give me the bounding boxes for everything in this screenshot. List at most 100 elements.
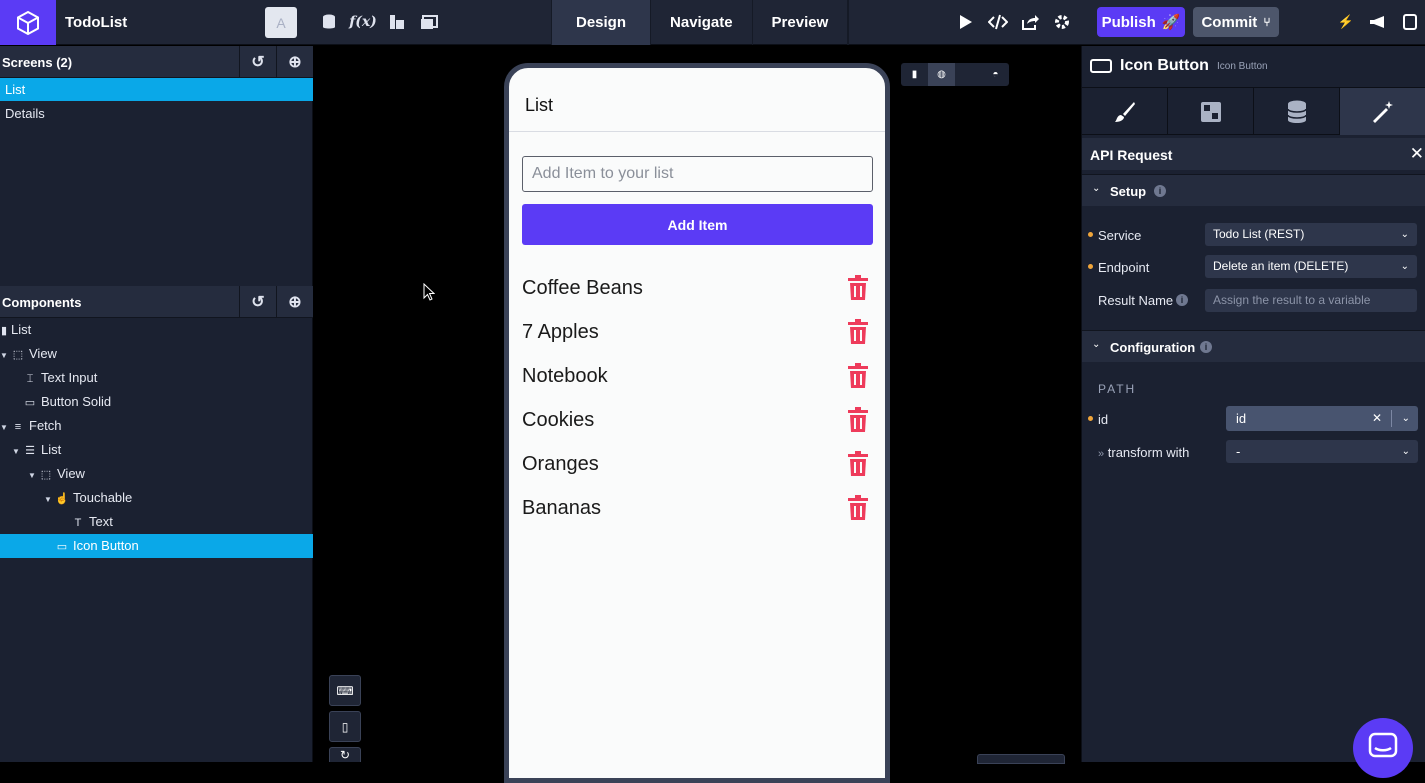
database-icon: ≡ bbox=[14, 421, 22, 433]
device-icon[interactable]: ▯ bbox=[329, 711, 361, 742]
trash-icon[interactable] bbox=[847, 495, 869, 521]
trash-icon[interactable] bbox=[847, 363, 869, 389]
touch-icon: ☝ bbox=[55, 493, 69, 505]
add-item-input[interactable]: Add Item to your list bbox=[522, 156, 873, 192]
screen-item-list[interactable]: List bbox=[0, 78, 313, 101]
database-icon[interactable] bbox=[1254, 88, 1340, 135]
keyboard-icon[interactable]: ⌨ bbox=[329, 675, 361, 706]
clear-icon[interactable]: ✕ bbox=[1372, 406, 1382, 431]
trash-icon[interactable] bbox=[847, 319, 869, 345]
publish-button[interactable]: Publish 🚀 bbox=[1097, 7, 1185, 37]
theme-icon[interactable] bbox=[387, 12, 407, 32]
todo-text[interactable]: Bananas bbox=[522, 497, 601, 520]
add-item-button[interactable]: Add Item bbox=[522, 204, 873, 245]
service-select[interactable]: Todo List (REST) ⌄ bbox=[1205, 223, 1417, 246]
setup-title: Setup bbox=[1110, 184, 1147, 199]
tab-navigate[interactable]: Navigate bbox=[651, 0, 753, 45]
caret-down-icon[interactable]: ▼ bbox=[0, 416, 10, 440]
tree-item[interactable]: ▼ ⬚ View bbox=[0, 462, 313, 486]
phone-frame-icon[interactable] bbox=[1400, 12, 1420, 32]
tree-item[interactable]: ▼ ☰ List bbox=[0, 438, 313, 462]
lightning-icon[interactable]: ⚡ bbox=[1336, 12, 1356, 32]
history-icon[interactable]: ↺ bbox=[239, 286, 276, 318]
todo-text[interactable]: 7 Apples bbox=[522, 321, 599, 344]
caret-down-icon[interactable]: ▼ bbox=[44, 488, 54, 512]
tree-item[interactable]: ▮ List bbox=[0, 318, 313, 342]
magic-wand-icon[interactable] bbox=[1340, 88, 1425, 135]
history-icon[interactable]: ↺ bbox=[239, 46, 276, 78]
components-title: Components bbox=[2, 295, 82, 310]
screens-header: Screens (2) ↺ ⊕ bbox=[0, 46, 313, 78]
tree-item-selected[interactable]: ▭ Icon Button bbox=[0, 534, 313, 558]
chevron-down-icon[interactable]: ⌄ bbox=[1402, 406, 1410, 431]
mobile-icon[interactable]: ▮ bbox=[901, 63, 928, 86]
caret-down-icon[interactable]: ▼ bbox=[28, 464, 38, 488]
tree-item[interactable]: ▼ ☝ Touchable bbox=[0, 486, 313, 510]
function-icon[interactable]: f(x) bbox=[349, 12, 377, 32]
screen-header: List bbox=[509, 68, 885, 132]
id-select[interactable]: id ✕ ⌄ bbox=[1226, 406, 1418, 431]
tree-item[interactable]: T Text bbox=[0, 510, 313, 534]
configuration-title: Configuration bbox=[1110, 340, 1196, 355]
brush-icon[interactable] bbox=[1082, 88, 1168, 135]
commit-button[interactable]: Commit ⑂ bbox=[1193, 7, 1279, 37]
app-logo-icon[interactable] bbox=[0, 0, 56, 45]
assets-icon[interactable] bbox=[419, 12, 439, 32]
endpoint-select[interactable]: Delete an item (DELETE) ⌄ bbox=[1205, 255, 1417, 278]
apple-icon[interactable] bbox=[955, 63, 982, 86]
layout-icon[interactable] bbox=[1168, 88, 1254, 135]
result-name-input[interactable]: Assign the result to a variable bbox=[1205, 289, 1417, 312]
add-component-icon[interactable]: ⊕ bbox=[276, 286, 313, 318]
database-icon[interactable] bbox=[319, 12, 339, 32]
button-icon: ▭ bbox=[56, 541, 68, 553]
rotate-icon[interactable]: ↻ bbox=[329, 747, 361, 762]
info-icon[interactable]: i bbox=[1200, 341, 1212, 353]
tree-item[interactable]: ▼ ⬚ View bbox=[0, 342, 313, 366]
todo-text[interactable]: Notebook bbox=[522, 365, 608, 388]
required-dot bbox=[1088, 416, 1093, 421]
todo-text[interactable]: Oranges bbox=[522, 453, 599, 476]
transform-select[interactable]: - ⌄ bbox=[1226, 440, 1418, 463]
caret-down-icon[interactable]: ▼ bbox=[0, 344, 10, 368]
component-subtitle: Icon Button bbox=[1217, 61, 1268, 72]
code-icon[interactable] bbox=[988, 12, 1008, 32]
info-icon[interactable]: i bbox=[1154, 185, 1166, 197]
trash-icon[interactable] bbox=[847, 451, 869, 477]
setup-section-header[interactable]: ⌄ Setup i bbox=[1082, 174, 1425, 206]
tab-design[interactable]: Design bbox=[552, 0, 652, 45]
caret-down-icon[interactable]: ▼ bbox=[12, 440, 22, 464]
gear-icon[interactable] bbox=[1052, 12, 1072, 32]
android-icon[interactable]: ◓ bbox=[982, 63, 1009, 86]
chevron-down-icon: ⌄ bbox=[1092, 183, 1101, 194]
api-request-header: API Request ✕ bbox=[1082, 138, 1425, 170]
add-screen-icon[interactable]: ⊕ bbox=[276, 46, 313, 78]
trash-icon[interactable] bbox=[847, 407, 869, 433]
screen-title: List bbox=[525, 95, 554, 115]
tree-item[interactable]: ⌶ Text Input bbox=[0, 366, 313, 390]
tab-preview[interactable]: Preview bbox=[753, 0, 849, 45]
screen-item-details[interactable]: Details bbox=[0, 102, 313, 125]
left-panel: Screens (2) ↺ ⊕ List Details Components … bbox=[0, 46, 313, 762]
tree-item[interactable]: ▭ Button Solid bbox=[0, 390, 313, 414]
todo-text[interactable]: Cookies bbox=[522, 409, 594, 432]
info-icon[interactable]: i bbox=[1176, 294, 1188, 306]
component-title: Icon Button bbox=[1120, 57, 1209, 74]
app-title[interactable]: TodoList bbox=[65, 14, 127, 31]
trash-icon[interactable] bbox=[847, 275, 869, 301]
web-icon[interactable]: ◍ bbox=[928, 63, 955, 86]
service-label: Service bbox=[1098, 228, 1142, 243]
mouse-cursor-icon bbox=[423, 283, 435, 301]
tree-item[interactable]: ▼ ≡ Fetch bbox=[0, 414, 313, 438]
megaphone-icon[interactable] bbox=[1368, 12, 1388, 32]
close-icon[interactable]: ✕ bbox=[1410, 144, 1424, 164]
required-dot bbox=[1088, 232, 1093, 237]
share-icon[interactable] bbox=[1020, 12, 1040, 32]
zoom-control[interactable] bbox=[977, 754, 1065, 764]
todo-text[interactable]: Coffee Beans bbox=[522, 277, 643, 300]
path-label: PATH bbox=[1098, 382, 1137, 396]
avatar[interactable]: A bbox=[265, 7, 297, 38]
chat-support-button[interactable] bbox=[1353, 718, 1413, 778]
components-header: Components ↺ ⊕ bbox=[0, 286, 313, 318]
configuration-section-header[interactable]: ⌄ Configuration i bbox=[1082, 330, 1425, 362]
play-icon[interactable] bbox=[956, 12, 976, 32]
